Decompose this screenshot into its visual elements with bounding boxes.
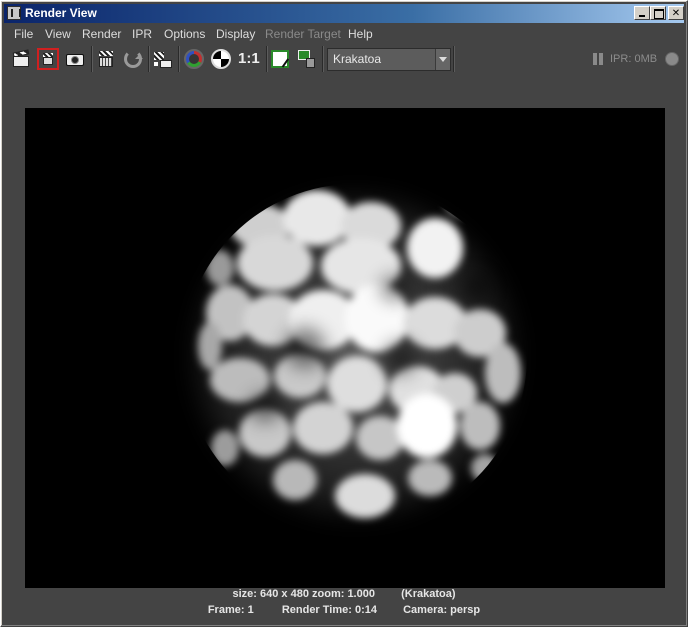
menu-help[interactable]: Help bbox=[348, 27, 373, 42]
snapshot-icon[interactable] bbox=[64, 48, 86, 70]
toolbar-separator bbox=[322, 46, 324, 72]
toolbar-separator bbox=[266, 46, 268, 72]
ipr-render-icon[interactable] bbox=[152, 48, 174, 70]
close-button[interactable] bbox=[668, 6, 684, 20]
real-size-button[interactable]: 1:1 bbox=[238, 49, 260, 69]
window-title: Render View bbox=[25, 6, 97, 20]
image-size-zoom: size: 640 x 480 zoom: 1.000 bbox=[232, 588, 375, 600]
menu-display[interactable]: Display bbox=[216, 27, 255, 42]
title-bar[interactable]: Render View bbox=[4, 4, 684, 23]
display-alpha-channel-icon[interactable] bbox=[211, 49, 231, 69]
ipr-memory-status: IPR: 0MB bbox=[610, 53, 658, 65]
toolbar-separator bbox=[453, 46, 455, 72]
minimize-button[interactable] bbox=[634, 6, 650, 20]
toolbar-separator bbox=[148, 46, 150, 72]
rendered-image bbox=[25, 108, 665, 588]
pause-ipr-icon[interactable] bbox=[593, 53, 605, 66]
redo-previous-render-icon[interactable] bbox=[96, 48, 118, 70]
render-frame-icon[interactable] bbox=[10, 48, 32, 70]
render-info-line-2: Frame: 1 Render Time: 0:14 Camera: persp bbox=[4, 604, 684, 617]
particle-render-graphic bbox=[183, 184, 527, 528]
render-info-line-1: size: 640 x 480 zoom: 1.000 (Krakatoa) bbox=[4, 588, 684, 601]
remove-image-icon[interactable] bbox=[296, 48, 318, 70]
renderer-dropdown[interactable]: Krakatoa bbox=[327, 48, 451, 71]
render-time: Render Time: 0:14 bbox=[281, 604, 377, 616]
menu-options[interactable]: Options bbox=[164, 27, 205, 42]
toolbar-separator bbox=[178, 46, 180, 72]
render-viewport[interactable]: size: 640 x 480 zoom: 1.000 (Krakatoa) F… bbox=[4, 74, 684, 620]
renderer-dropdown-value: Krakatoa bbox=[333, 52, 382, 66]
display-rgb-channels-icon[interactable] bbox=[184, 49, 204, 69]
maximize-button[interactable] bbox=[650, 6, 666, 20]
menu-render[interactable]: Render bbox=[82, 27, 121, 42]
menu-file[interactable]: File bbox=[14, 27, 33, 42]
render-view-window: Render View File View Render IPR Options… bbox=[0, 0, 688, 627]
renderer-name: (Krakatoa) bbox=[401, 588, 456, 600]
refresh-icon[interactable] bbox=[124, 50, 143, 68]
maya-app-icon[interactable] bbox=[7, 6, 21, 20]
chevron-down-icon[interactable] bbox=[435, 49, 450, 70]
frame-number: Frame: 1 bbox=[207, 604, 254, 616]
menu-bar: File View Render IPR Options Display Ren… bbox=[4, 24, 684, 44]
menu-view[interactable]: View bbox=[45, 27, 71, 42]
ipr-status-light-icon bbox=[665, 52, 679, 66]
toolbar-separator bbox=[91, 46, 93, 72]
menu-ipr[interactable]: IPR bbox=[132, 27, 152, 42]
render-toolbar: 1:1 Krakatoa IPR: 0MB bbox=[4, 44, 684, 74]
render-region-icon[interactable] bbox=[37, 48, 59, 70]
keep-image-icon[interactable] bbox=[271, 50, 289, 68]
camera-name: Camera: persp bbox=[403, 604, 481, 616]
menu-render-target: Render Target bbox=[265, 27, 341, 41]
